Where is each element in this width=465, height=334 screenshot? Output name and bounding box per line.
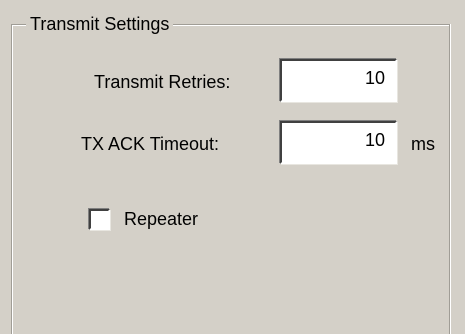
group-title: Transmit Settings	[26, 13, 174, 35]
transmit-retries-input[interactable]: 10	[280, 59, 397, 102]
tx-ack-timeout-label: TX ACK Timeout:	[81, 134, 220, 154]
repeater-label[interactable]: Repeater	[124, 208, 198, 230]
transmit-retries-label: Transmit Retries:	[94, 72, 231, 92]
repeater-checkbox[interactable]	[89, 209, 110, 230]
timeout-unit-label: ms	[411, 134, 435, 154]
transmit-retries-value: 10	[364, 68, 385, 88]
tx-ack-timeout-input[interactable]: 10	[280, 121, 397, 164]
tx-ack-timeout-value: 10	[364, 130, 385, 150]
